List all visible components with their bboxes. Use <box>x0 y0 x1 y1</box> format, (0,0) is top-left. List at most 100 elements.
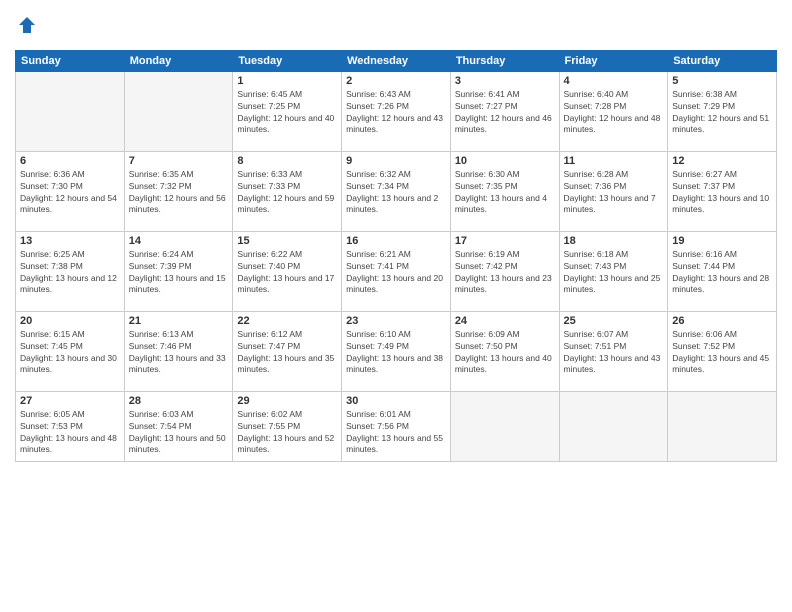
calendar-cell <box>559 391 668 461</box>
header-row: SundayMondayTuesdayWednesdayThursdayFrid… <box>16 50 777 71</box>
day-info: Sunrise: 6:12 AM Sunset: 7:47 PM Dayligh… <box>237 329 337 377</box>
calendar-cell <box>450 391 559 461</box>
calendar-cell: 6 Sunrise: 6:36 AM Sunset: 7:30 PM Daylig… <box>16 151 125 231</box>
header <box>15 15 777 40</box>
logo-icon <box>17 15 37 35</box>
day-number: 20 <box>20 315 120 327</box>
calendar-cell: 21 Sunrise: 6:13 AM Sunset: 7:46 PM Dayli… <box>124 311 233 391</box>
day-info: Sunrise: 6:33 AM Sunset: 7:33 PM Dayligh… <box>237 169 337 217</box>
day-info: Sunrise: 6:25 AM Sunset: 7:38 PM Dayligh… <box>20 249 120 297</box>
day-info: Sunrise: 6:02 AM Sunset: 7:55 PM Dayligh… <box>237 409 337 457</box>
calendar-cell: 18Sunrise: 6:18 AM Sunset: 7:43 PM Dayli… <box>559 231 668 311</box>
header-day: Tuesday <box>233 50 342 71</box>
calendar-cell: 19 Sunrise: 6:16 AM Sunset: 7:44 PM Dayli… <box>668 231 777 311</box>
page: SundayMondayTuesdayWednesdayThursdayFrid… <box>0 0 792 612</box>
day-number: 3 <box>455 75 555 87</box>
day-info: Sunrise: 6:15 AM Sunset: 7:45 PM Dayligh… <box>20 329 120 377</box>
calendar-cell <box>16 71 125 151</box>
day-info: Sunrise: 6:27 AM Sunset: 7:37 PM Dayligh… <box>672 169 772 217</box>
week-row: 27 Sunrise: 6:05 AM Sunset: 7:53 PM Dayli… <box>16 391 777 461</box>
calendar-cell: 14 Sunrise: 6:24 AM Sunset: 7:39 PM Dayli… <box>124 231 233 311</box>
day-info: Sunrise: 6:22 AM Sunset: 7:40 PM Dayligh… <box>237 249 337 297</box>
header-day: Thursday <box>450 50 559 71</box>
calendar-cell: 26 Sunrise: 6:06 AM Sunset: 7:52 PM Dayli… <box>668 311 777 391</box>
calendar-cell: 20 Sunrise: 6:15 AM Sunset: 7:45 PM Dayli… <box>16 311 125 391</box>
day-info: Sunrise: 6:10 AM Sunset: 7:49 PM Dayligh… <box>346 329 446 377</box>
day-info: Sunrise: 6:07 AM Sunset: 7:51 PM Dayligh… <box>564 329 664 377</box>
calendar-cell: 7Sunrise: 6:35 AM Sunset: 7:32 PM Daylig… <box>124 151 233 231</box>
calendar-cell: 10 Sunrise: 6:30 AM Sunset: 7:35 PM Dayli… <box>450 151 559 231</box>
day-info: Sunrise: 6:16 AM Sunset: 7:44 PM Dayligh… <box>672 249 772 297</box>
calendar-cell: 25 Sunrise: 6:07 AM Sunset: 7:51 PM Dayli… <box>559 311 668 391</box>
day-number: 29 <box>237 395 337 407</box>
calendar-cell: 4Sunrise: 6:40 AM Sunset: 7:28 PM Daylig… <box>559 71 668 151</box>
day-number: 27 <box>20 395 120 407</box>
day-info: Sunrise: 6:40 AM Sunset: 7:28 PM Dayligh… <box>564 89 664 137</box>
calendar-cell: 22 Sunrise: 6:12 AM Sunset: 7:47 PM Dayli… <box>233 311 342 391</box>
day-info: Sunrise: 6:43 AM Sunset: 7:26 PM Dayligh… <box>346 89 446 137</box>
calendar-cell: 13Sunrise: 6:25 AM Sunset: 7:38 PM Dayli… <box>16 231 125 311</box>
day-number: 14 <box>129 235 229 247</box>
header-day: Friday <box>559 50 668 71</box>
calendar-cell: 17 Sunrise: 6:19 AM Sunset: 7:42 PM Dayli… <box>450 231 559 311</box>
calendar-cell: 15Sunrise: 6:22 AM Sunset: 7:40 PM Dayli… <box>233 231 342 311</box>
day-number: 22 <box>237 315 337 327</box>
day-info: Sunrise: 6:24 AM Sunset: 7:39 PM Dayligh… <box>129 249 229 297</box>
day-info: Sunrise: 6:09 AM Sunset: 7:50 PM Dayligh… <box>455 329 555 377</box>
day-info: Sunrise: 6:01 AM Sunset: 7:56 PM Dayligh… <box>346 409 446 457</box>
day-info: Sunrise: 6:45 AM Sunset: 7:25 PM Dayligh… <box>237 89 337 137</box>
day-number: 1 <box>237 75 337 87</box>
calendar-cell: 8Sunrise: 6:33 AM Sunset: 7:33 PM Daylig… <box>233 151 342 231</box>
day-number: 5 <box>672 75 772 87</box>
day-number: 25 <box>564 315 664 327</box>
header-day: Saturday <box>668 50 777 71</box>
calendar-cell: 12 Sunrise: 6:27 AM Sunset: 7:37 PM Dayli… <box>668 151 777 231</box>
week-row: 6 Sunrise: 6:36 AM Sunset: 7:30 PM Daylig… <box>16 151 777 231</box>
day-number: 21 <box>129 315 229 327</box>
day-number: 24 <box>455 315 555 327</box>
header-day: Sunday <box>16 50 125 71</box>
day-number: 19 <box>672 235 772 247</box>
day-number: 16 <box>346 235 446 247</box>
day-info: Sunrise: 6:36 AM Sunset: 7:30 PM Dayligh… <box>20 169 120 217</box>
calendar-cell: 1 Sunrise: 6:45 AM Sunset: 7:25 PM Daylig… <box>233 71 342 151</box>
calendar-cell: 30 Sunrise: 6:01 AM Sunset: 7:56 PM Dayli… <box>342 391 451 461</box>
day-info: Sunrise: 6:06 AM Sunset: 7:52 PM Dayligh… <box>672 329 772 377</box>
calendar-cell: 11Sunrise: 6:28 AM Sunset: 7:36 PM Dayli… <box>559 151 668 231</box>
calendar-cell: 9 Sunrise: 6:32 AM Sunset: 7:34 PM Daylig… <box>342 151 451 231</box>
day-number: 12 <box>672 155 772 167</box>
day-info: Sunrise: 6:13 AM Sunset: 7:46 PM Dayligh… <box>129 329 229 377</box>
day-number: 6 <box>20 155 120 167</box>
day-number: 30 <box>346 395 446 407</box>
day-number: 17 <box>455 235 555 247</box>
day-number: 11 <box>564 155 664 167</box>
calendar-cell: 27 Sunrise: 6:05 AM Sunset: 7:53 PM Dayli… <box>16 391 125 461</box>
header-day: Monday <box>124 50 233 71</box>
day-info: Sunrise: 6:18 AM Sunset: 7:43 PM Dayligh… <box>564 249 664 297</box>
calendar-cell: 23 Sunrise: 6:10 AM Sunset: 7:49 PM Dayli… <box>342 311 451 391</box>
calendar-cell: 16 Sunrise: 6:21 AM Sunset: 7:41 PM Dayli… <box>342 231 451 311</box>
day-info: Sunrise: 6:03 AM Sunset: 7:54 PM Dayligh… <box>129 409 229 457</box>
week-row: 1 Sunrise: 6:45 AM Sunset: 7:25 PM Daylig… <box>16 71 777 151</box>
calendar-cell: 24 Sunrise: 6:09 AM Sunset: 7:50 PM Dayli… <box>450 311 559 391</box>
calendar-cell <box>668 391 777 461</box>
day-number: 9 <box>346 155 446 167</box>
day-info: Sunrise: 6:32 AM Sunset: 7:34 PM Dayligh… <box>346 169 446 217</box>
day-number: 26 <box>672 315 772 327</box>
day-info: Sunrise: 6:19 AM Sunset: 7:42 PM Dayligh… <box>455 249 555 297</box>
day-info: Sunrise: 6:05 AM Sunset: 7:53 PM Dayligh… <box>20 409 120 457</box>
calendar-cell: 5 Sunrise: 6:38 AM Sunset: 7:29 PM Daylig… <box>668 71 777 151</box>
day-number: 28 <box>129 395 229 407</box>
week-row: 20 Sunrise: 6:15 AM Sunset: 7:45 PM Dayli… <box>16 311 777 391</box>
header-day: Wednesday <box>342 50 451 71</box>
week-row: 13Sunrise: 6:25 AM Sunset: 7:38 PM Dayli… <box>16 231 777 311</box>
calendar-cell <box>124 71 233 151</box>
day-info: Sunrise: 6:21 AM Sunset: 7:41 PM Dayligh… <box>346 249 446 297</box>
day-info: Sunrise: 6:38 AM Sunset: 7:29 PM Dayligh… <box>672 89 772 137</box>
calendar-cell: 29 Sunrise: 6:02 AM Sunset: 7:55 PM Dayli… <box>233 391 342 461</box>
day-number: 10 <box>455 155 555 167</box>
day-info: Sunrise: 6:35 AM Sunset: 7:32 PM Dayligh… <box>129 169 229 217</box>
day-number: 23 <box>346 315 446 327</box>
day-info: Sunrise: 6:30 AM Sunset: 7:35 PM Dayligh… <box>455 169 555 217</box>
logo <box>15 15 37 40</box>
